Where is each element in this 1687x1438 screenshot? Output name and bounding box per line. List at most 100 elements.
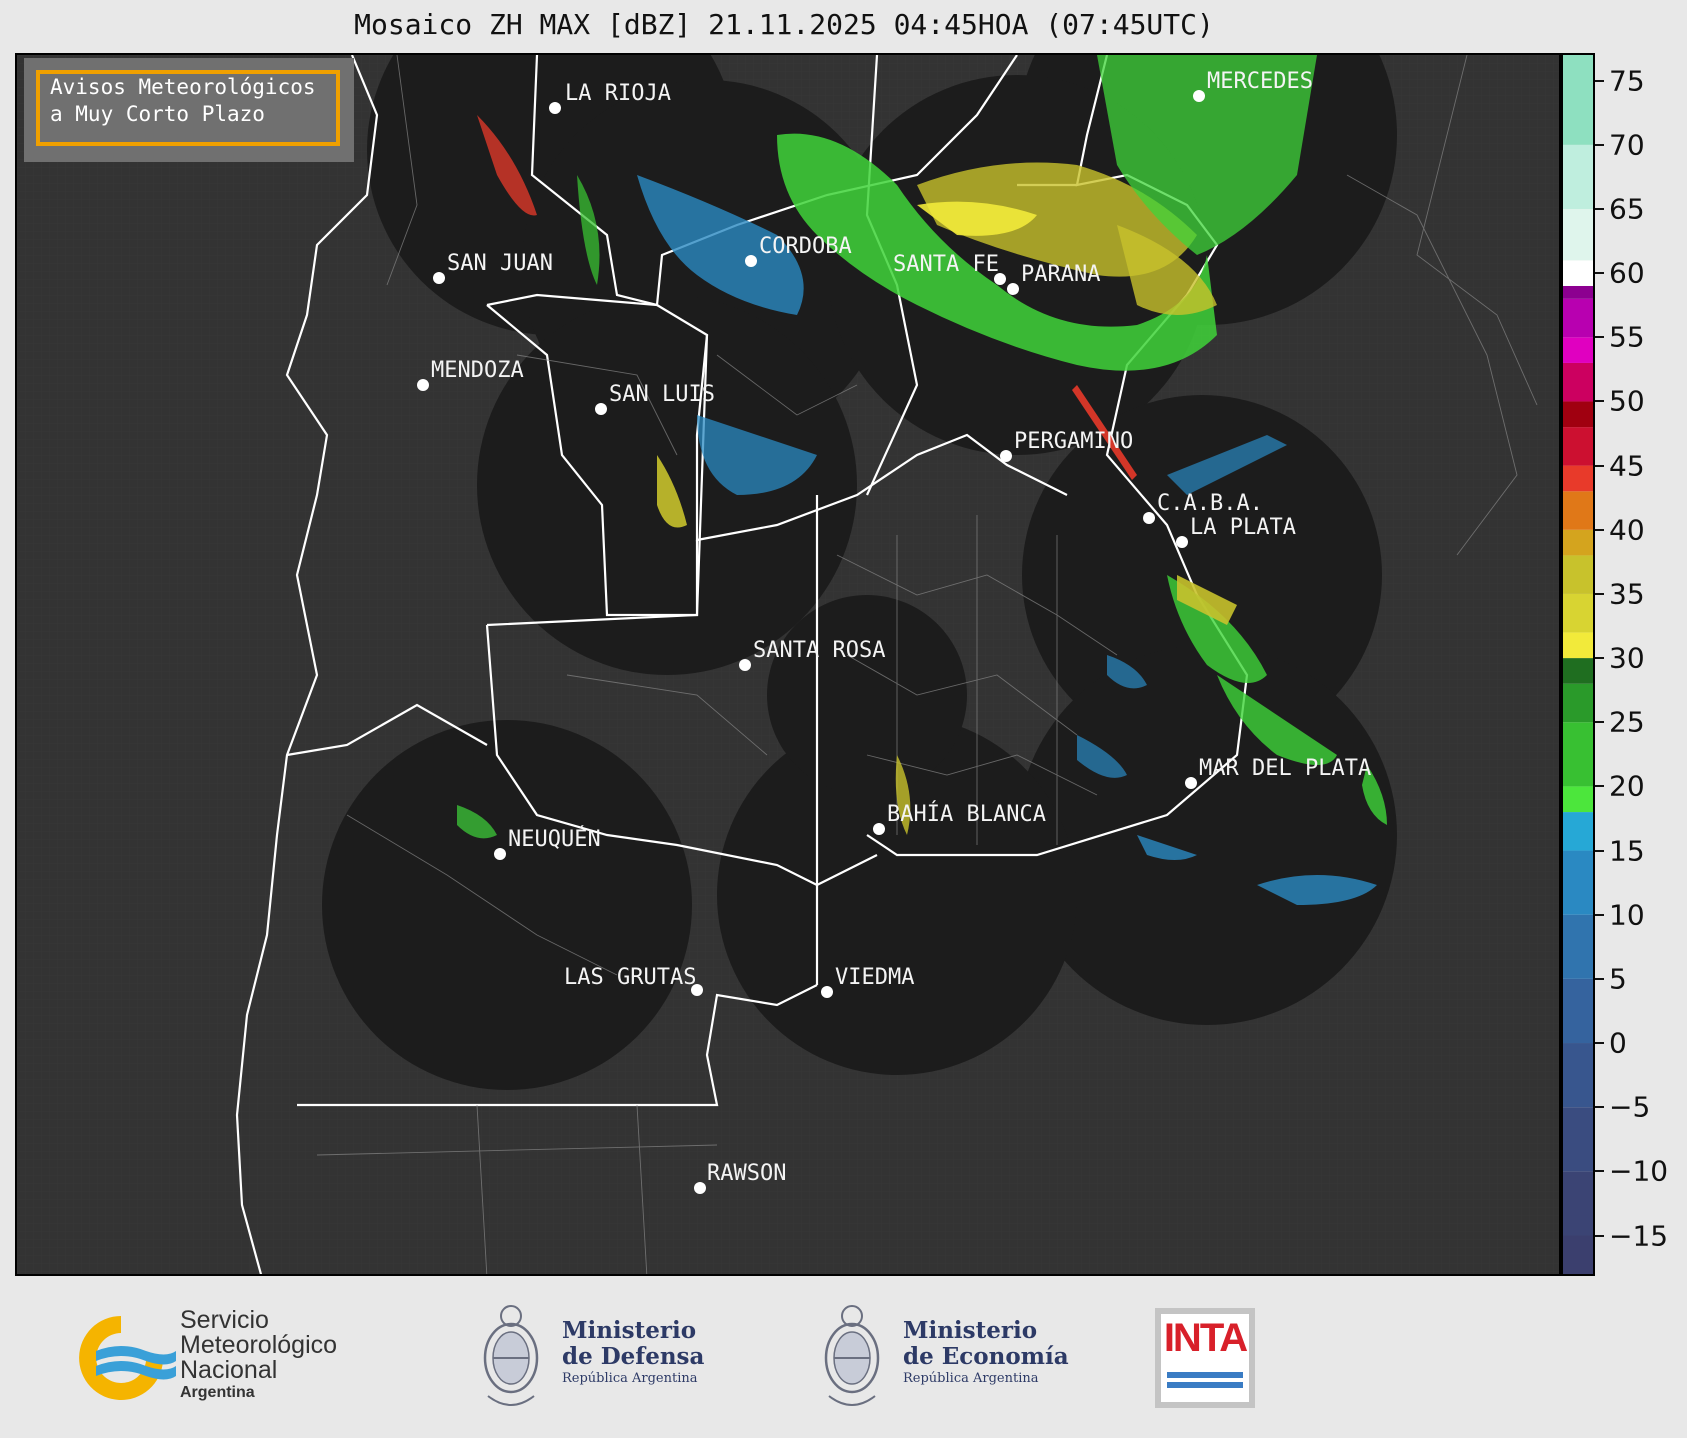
inta-wordmark: INTA <box>1163 1316 1248 1360</box>
colorbar-tick <box>1595 913 1604 916</box>
colorbar-segment <box>1563 683 1593 723</box>
colorbar-ticks: 75 70 65 60 55 50 45 40 35 30 25 20 15 10 5 0 −5 −10 −15 <box>1595 53 1687 1276</box>
defensa-logo: Ministerio de Defensa República Argentin… <box>478 1296 728 1416</box>
city-label-neuquen: NEUQUÉN <box>508 826 601 852</box>
colorbar-tick-label: 10 <box>1609 898 1645 932</box>
colorbar-segment <box>1563 427 1593 466</box>
colorbar-tick <box>1595 785 1604 788</box>
city-label-mercedes: MERCEDES <box>1207 69 1313 94</box>
colorbar-segment <box>1563 337 1593 363</box>
colorbar-segment <box>1563 658 1593 684</box>
defensa-line2: de Defensa <box>562 1343 705 1370</box>
city-label-bahia-blanca: BAHÍA BLANCA <box>887 801 1046 827</box>
map-title: Mosaico ZH MAX [dBZ] 21.11.2025 04:45HOA… <box>354 8 1214 41</box>
city-label-parana: PARANA <box>1021 262 1100 287</box>
smn-line1: Servicio <box>180 1306 269 1334</box>
colorbar-tick-label: 35 <box>1609 577 1645 611</box>
smn-logo: Servicio Meteorológico Nacional Argentin… <box>66 1306 396 1406</box>
colorbar-tick-label: 50 <box>1609 384 1645 418</box>
colorbar-tick <box>1595 400 1604 403</box>
colorbar-tick-label: 0 <box>1609 1026 1627 1060</box>
colorbar-tick <box>1595 1042 1604 1045</box>
colorbar-segment <box>1563 260 1593 286</box>
economia-line2: de Economía <box>903 1343 1069 1370</box>
city-label-mar-del-plata: MAR DEL PLATA <box>1199 756 1371 781</box>
city-label-rawson: RAWSON <box>707 1161 786 1186</box>
colorbar-segment <box>1563 298 1593 338</box>
colorbar-segment <box>1563 465 1593 492</box>
colorbar-segment <box>1563 978 1593 1044</box>
smn-line2: Meteorológico <box>180 1331 338 1359</box>
map-canvas: LA RIOJA MERCEDES CORDOBA SAN JUAN SANTA… <box>17 55 1559 1274</box>
warning-badge-line1: Avisos Meteorológicos <box>50 75 316 99</box>
colorbar-tick-label: 40 <box>1609 513 1645 547</box>
coat-of-arms-icon <box>824 1305 880 1406</box>
colorbar-tick <box>1595 1234 1604 1237</box>
colorbar-tick <box>1595 1106 1604 1109</box>
colorbar-tick-label: 55 <box>1609 320 1645 354</box>
coat-of-arms-icon <box>483 1305 539 1406</box>
city-label-san-luis: SAN LUIS <box>609 382 715 407</box>
colorbar-segment <box>1563 850 1593 915</box>
colorbar-segment <box>1563 632 1593 659</box>
colorbar-segment <box>1563 593 1593 633</box>
colorbar-tick-label: 5 <box>1609 962 1627 996</box>
footer-logos: Servicio Meteorológico Nacional Argentin… <box>0 1276 1687 1438</box>
colorbar-tick <box>1595 79 1604 82</box>
colorbar-tick <box>1595 657 1604 660</box>
colorbar-segment <box>1563 555 1593 594</box>
colorbar-segment <box>1563 55 1593 145</box>
smn-line3: Nacional <box>180 1356 278 1384</box>
colorbar-tick <box>1595 721 1604 724</box>
city-label-viedma: VIEDMA <box>835 965 914 990</box>
economia-line3: República Argentina <box>903 1371 1039 1386</box>
city-label-la-plata: LA PLATA <box>1190 515 1296 540</box>
colorbar-segment <box>1563 1235 1593 1274</box>
economia-logo: Ministerio de Economía República Argenti… <box>819 1296 1069 1416</box>
colorbar-tick <box>1595 1170 1604 1173</box>
colorbar-tick <box>1595 592 1604 595</box>
colorbar-tick <box>1595 977 1604 980</box>
colorbar-segment <box>1563 1107 1593 1172</box>
radar-map[interactable]: LA RIOJA MERCEDES CORDOBA SAN JUAN SANTA… <box>15 53 1561 1276</box>
city-label-cordoba: CORDOBA <box>759 234 852 259</box>
colorbar-tick <box>1595 207 1604 210</box>
warning-badge-frame: Avisos Meteorológicos a Muy Corto Plazo <box>36 70 340 146</box>
colorbar-tick <box>1595 143 1604 146</box>
smn-emblem-icon <box>79 1316 176 1400</box>
colorbar-segment <box>1563 812 1593 851</box>
colorbar-canvas <box>1563 55 1593 1274</box>
city-label-santa-fe: SANTA FE <box>893 252 999 277</box>
city-label-mendoza: MENDOZA <box>431 358 524 383</box>
city-label-san-juan: SAN JUAN <box>447 251 553 276</box>
colorbar-segment <box>1563 914 1593 979</box>
defensa-line1: Ministerio <box>562 1317 697 1344</box>
inta-logo: INTA <box>1155 1308 1255 1408</box>
colorbar-segment <box>1563 208 1593 261</box>
colorbar-segment <box>1563 722 1593 787</box>
city-label-santa-rosa: SANTA ROSA <box>753 638 885 663</box>
colorbar-tick <box>1595 464 1604 467</box>
colorbar-tick-label: 65 <box>1609 192 1645 226</box>
warning-badge-line2: a Muy Corto Plazo <box>50 102 265 126</box>
colorbar-tick <box>1595 336 1604 339</box>
colorbar-segment <box>1563 401 1593 428</box>
dbz-colorbar <box>1561 53 1595 1276</box>
colorbar-segment <box>1563 491 1593 530</box>
colorbar-segment <box>1563 1171 1593 1236</box>
colorbar-tick <box>1595 272 1604 275</box>
city-label-pergamino: PERGAMINO <box>1014 429 1133 454</box>
colorbar-segment <box>1563 285 1593 299</box>
city-label-las-grutas: LAS GRUTAS <box>564 965 696 990</box>
colorbar-tick-label: 25 <box>1609 705 1645 739</box>
colorbar-tick-label: 60 <box>1609 256 1645 290</box>
colorbar-segment <box>1563 362 1593 402</box>
colorbar-segment <box>1563 1043 1593 1108</box>
colorbar-segment <box>1563 529 1593 556</box>
defensa-line3: República Argentina <box>562 1371 698 1386</box>
colorbar-tick-label: −5 <box>1609 1090 1651 1124</box>
colorbar-segment <box>1563 786 1593 813</box>
economia-line1: Ministerio <box>903 1317 1038 1344</box>
colorbar-tick-label: 70 <box>1609 128 1645 162</box>
colorbar-segment <box>1563 144 1593 209</box>
